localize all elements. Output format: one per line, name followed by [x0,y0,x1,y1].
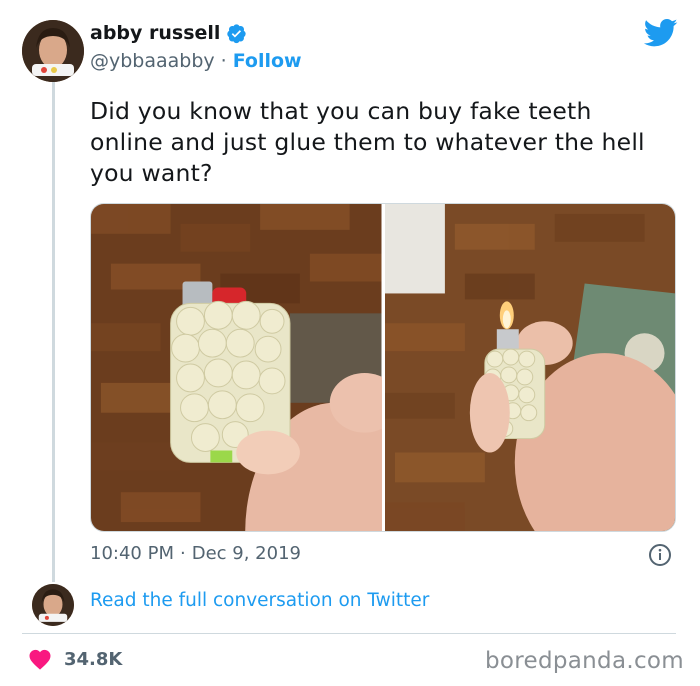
separator-dot: · [179,543,186,564]
photo-left[interactable] [91,204,382,531]
tweet-time[interactable]: 10:40 PM [90,543,174,564]
thread-line [52,82,55,582]
verified-badge-icon [227,23,247,43]
divider [22,633,676,634]
full-conversation-link[interactable]: Read the full conversation on Twitter [90,590,429,611]
like-count: 34.8K [64,648,123,670]
tweet-date[interactable]: Dec 9, 2019 [192,543,301,564]
photo-right[interactable] [384,204,675,531]
tweet-text: Did you know that you can buy fake teeth… [90,97,645,187]
heart-icon [29,649,51,670]
author-handle-row: @ybbaaabby · Follow [90,50,302,72]
like-button[interactable]: 34.8K [28,648,122,670]
separator-dot: · [220,50,227,72]
author-avatar-small[interactable] [32,584,74,626]
author-handle[interactable]: @ybbaaabby [90,50,215,72]
tweet-media [90,203,676,532]
info-icon[interactable] [648,543,672,567]
follow-button[interactable]: Follow [233,50,302,72]
author-name[interactable]: abby russell [90,22,220,44]
watermark: boredpanda.com [485,648,684,674]
twitter-bird-icon[interactable] [644,18,678,48]
tweet-meta: 10:40 PM · Dec 9, 2019 [90,543,301,564]
author-name-row: abby russell [90,22,247,44]
author-avatar[interactable] [22,20,84,82]
